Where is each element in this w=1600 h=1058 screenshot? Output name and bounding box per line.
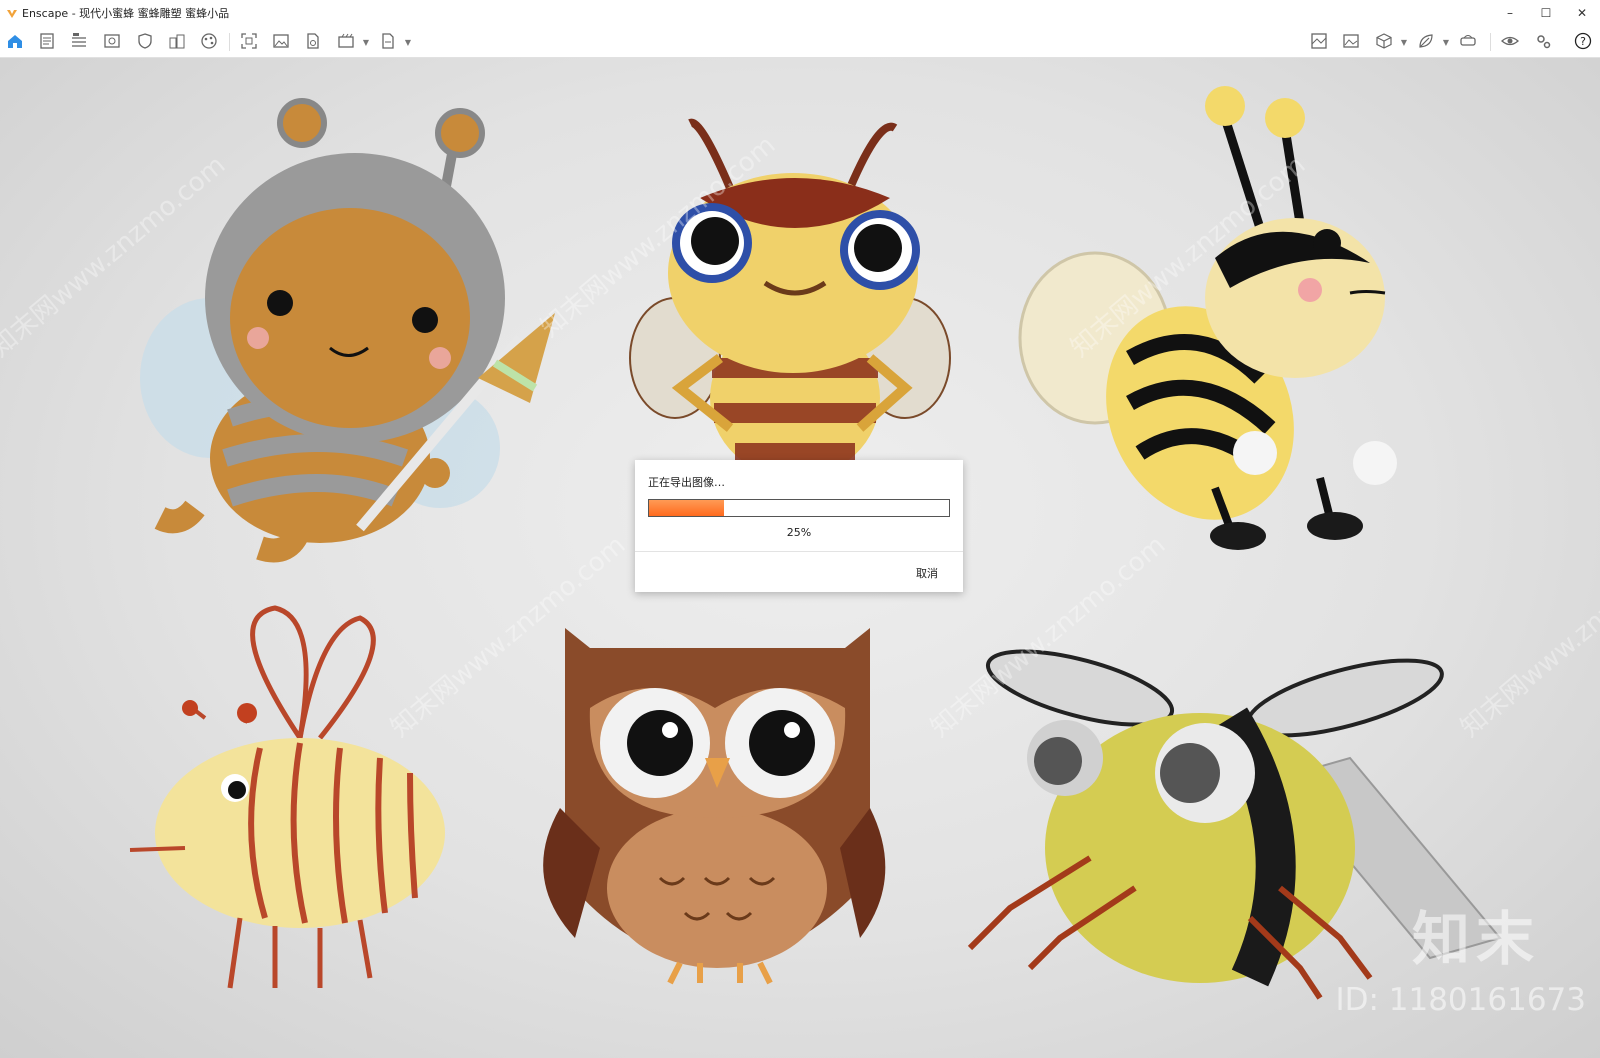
export-progress-percent: 25% [786, 526, 812, 539]
settings-icon[interactable] [1533, 31, 1553, 51]
cancel-button[interactable]: 取消 [916, 565, 938, 581]
owl-sculpture [543, 628, 886, 985]
home-icon[interactable] [5, 31, 25, 51]
shield-icon[interactable] [135, 31, 155, 51]
asset-id-watermark: ID: 1180161673 [1335, 982, 1586, 1018]
export-progress-bar [648, 499, 950, 517]
eye-icon[interactable] [1500, 31, 1520, 51]
export-message: 正在导出图像… [648, 476, 725, 489]
svg-text:?: ? [1580, 35, 1586, 48]
close-button[interactable]: ✕ [1564, 0, 1600, 25]
toolbar-separator [1490, 33, 1491, 51]
chevron-down-icon[interactable]: ▼ [362, 38, 370, 47]
file-export-icon[interactable] [303, 31, 323, 51]
image-icon[interactable] [271, 31, 291, 51]
toolbar-separator [229, 33, 230, 51]
asset-library-icon[interactable] [1309, 31, 1329, 51]
toolbar: ▼ ▼ ▼ ▼ ? ^ [0, 25, 1600, 82]
batch-render-icon[interactable] [336, 31, 356, 51]
buildings-icon[interactable] [167, 31, 187, 51]
gallery-icon[interactable] [1341, 31, 1361, 51]
bim-list-icon[interactable] [69, 31, 89, 51]
document-icon[interactable] [37, 31, 57, 51]
vr-headset-icon[interactable] [1458, 31, 1478, 51]
minimize-button[interactable]: – [1492, 0, 1528, 25]
chevron-down-icon[interactable]: ▼ [404, 38, 412, 47]
bee-sculpture-flying [1018, 86, 1397, 550]
chevron-down-icon[interactable]: ▼ [1400, 38, 1408, 47]
export-progress-dialog: 正在导出图像… 25% 取消 [635, 460, 963, 592]
svg-text:知末网www.znzmo.com: 知末网www.znzmo.com [1455, 530, 1600, 743]
chevron-down-icon[interactable]: ▼ [1442, 38, 1450, 47]
cube-icon[interactable] [1374, 31, 1394, 51]
leaf-icon[interactable] [1416, 31, 1436, 51]
dialog-divider [635, 551, 963, 552]
export-progress-fill [649, 500, 724, 516]
brand-watermark: 知末 [1411, 905, 1540, 973]
maximize-button[interactable]: ☐ [1528, 0, 1564, 25]
help-icon[interactable]: ? [1573, 31, 1593, 51]
view-icon[interactable] [102, 31, 122, 51]
bee-sculpture-big-eyes [629, 118, 951, 478]
export-dropdown-icon[interactable] [378, 31, 398, 51]
bee-sculpture-wire [129, 605, 445, 989]
window-title: Enscape - 现代小蜜蜂 蜜蜂雕塑 蜜蜂小品 [22, 6, 230, 20]
title-bar: Enscape - 现代小蜜蜂 蜜蜂雕塑 蜜蜂小品 – ☐ ✕ [0, 0, 1600, 25]
capture-region-icon[interactable] [239, 31, 259, 51]
palette-icon[interactable] [199, 31, 219, 51]
enscape-logo-icon [7, 9, 17, 18]
